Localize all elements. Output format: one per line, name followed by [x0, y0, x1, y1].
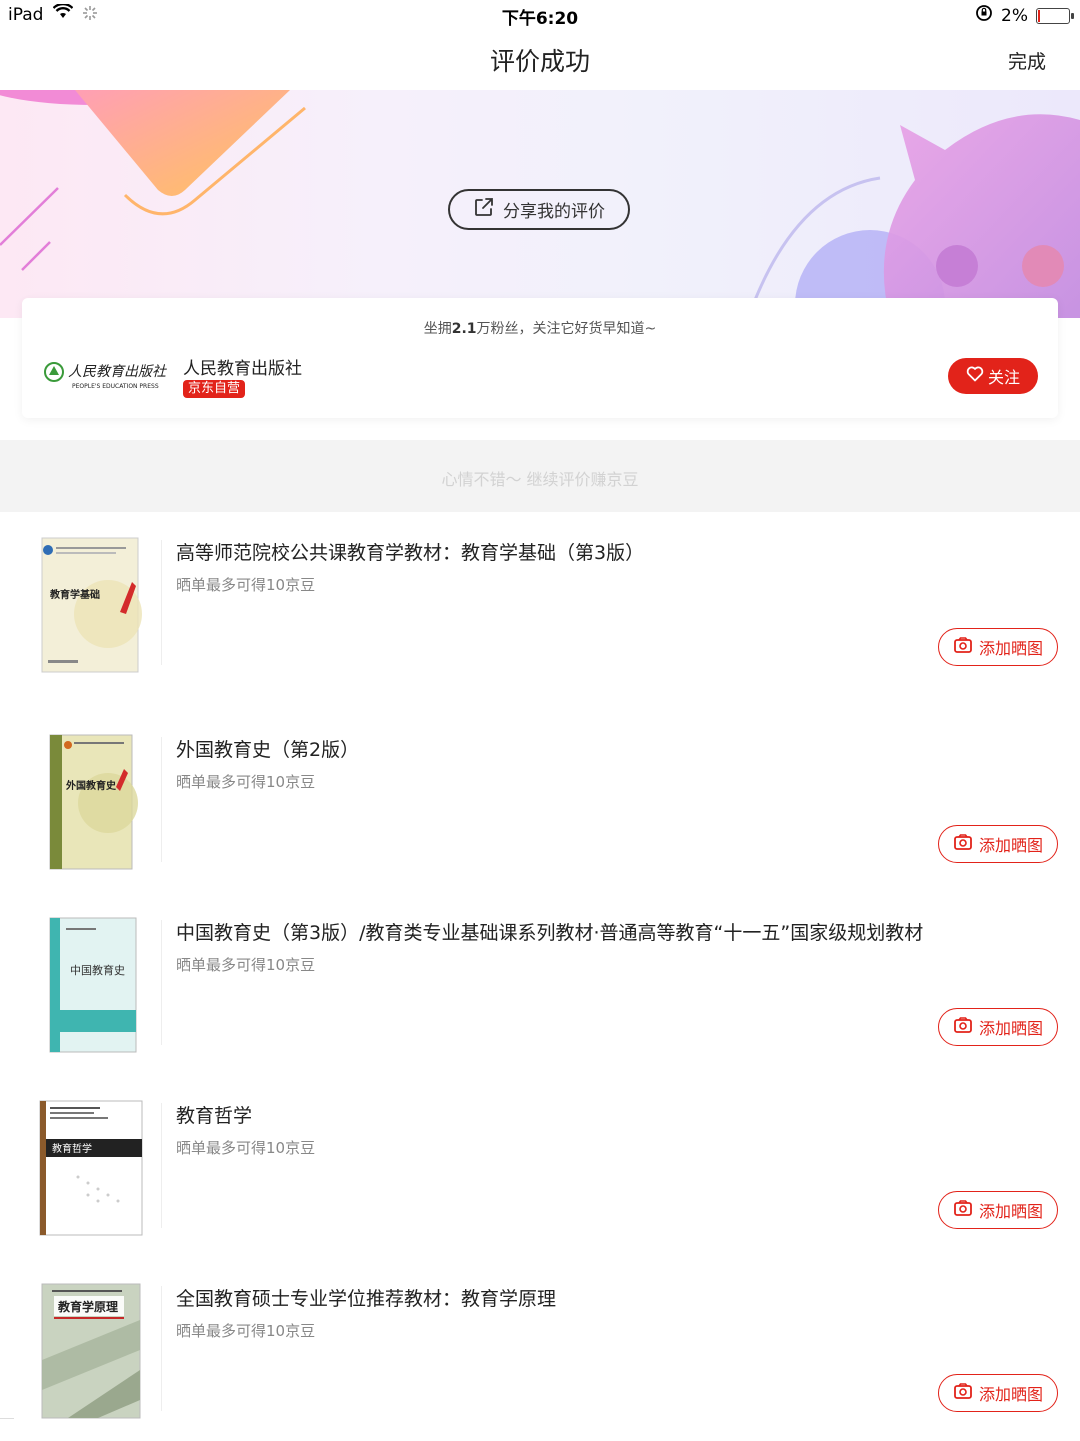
battery-icon — [1036, 7, 1074, 24]
product-item: 教育哲学 教育哲学 晒单最多可得10京豆 添加晒图 — [0, 1075, 1080, 1258]
add-photo-button[interactable]: 添加晒图 — [938, 1374, 1058, 1412]
product-title[interactable]: 教育哲学 — [176, 1101, 252, 1128]
svg-text:外国教育史: 外国教育史 — [65, 779, 117, 792]
share-label: 分享我的评价 — [503, 202, 605, 222]
book-cover[interactable]: 教育哲学 — [38, 1097, 144, 1237]
follow-label: 关注 — [987, 368, 1020, 387]
svg-text:PEOPLE'S EDUCATION PRESS: PEOPLE'S EDUCATION PRESS — [72, 383, 159, 390]
orientation-lock-icon — [975, 4, 993, 27]
book-cover[interactable]: 教育学原理 — [38, 1280, 144, 1420]
product-title[interactable]: 高等师范院校公共课教育学教材：教育学基础（第3版） — [176, 538, 644, 565]
product-item: 中国教育史 中国教育史（第3版）/教育类专业基础课系列教材·普通高等教育“十一五… — [0, 892, 1080, 1075]
continue-review-text: 心情不错～ 继续评价赚京豆 — [441, 470, 639, 489]
product-item: 外国教育史 外国教育史（第2版） 晒单最多可得10京豆 添加晒图 — [0, 709, 1080, 892]
battery-percent: 2% — [1001, 5, 1028, 26]
camera-icon — [953, 636, 973, 658]
page-title: 评价成功 — [489, 47, 590, 76]
add-photo-button[interactable]: 添加晒图 — [938, 628, 1058, 666]
add-photo-button[interactable]: 添加晒图 — [938, 825, 1058, 863]
shop-logo: 人民教育出版社 PEOPLE'S EDUCATION PRESS — [42, 358, 172, 392]
camera-icon — [953, 1382, 973, 1404]
item-divider — [161, 737, 162, 862]
add-photo-label: 添加晒图 — [978, 1019, 1043, 1038]
product-item: 教育学基础 高等师范院校公共课教育学教材：教育学基础（第3版） 晒单最多可得10… — [0, 512, 1080, 695]
continue-review-tip: 心情不错～ 继续评价赚京豆 — [0, 440, 1080, 512]
add-photo-label: 添加晒图 — [978, 1385, 1043, 1404]
book-cover[interactable]: 外国教育史 — [38, 731, 144, 871]
svg-text:教育学原理: 教育学原理 — [57, 1299, 118, 1314]
shop-card: 坐拥2.1万粉丝，关注它好货早知道~ 人民教育出版社 PEOPLE'S EDUC… — [22, 298, 1058, 418]
share-icon — [473, 196, 495, 223]
book-cover[interactable]: 中国教育史 — [38, 914, 144, 1054]
follow-button[interactable]: 关注 — [948, 358, 1038, 394]
camera-icon — [953, 1199, 973, 1221]
svg-text:教育哲学: 教育哲学 — [52, 1142, 92, 1155]
success-banner: 分享我的评价 — [0, 90, 1080, 318]
product-reward-hint: 晒单最多可得10京豆 — [176, 1139, 316, 1157]
add-photo-label: 添加晒图 — [978, 639, 1043, 658]
camera-icon — [953, 833, 973, 855]
heart-icon — [966, 366, 984, 386]
item-divider — [161, 920, 162, 1045]
add-photo-label: 添加晒图 — [978, 1202, 1043, 1221]
product-reward-hint: 晒单最多可得10京豆 — [176, 576, 316, 594]
svg-text:中国教育史: 中国教育史 — [70, 963, 125, 977]
product-reward-hint: 晒单最多可得10京豆 — [176, 1322, 316, 1340]
bottom-divider — [0, 1418, 14, 1419]
item-divider — [161, 1286, 162, 1411]
nav-bar: 评价成功 完成 — [0, 30, 1080, 90]
camera-icon — [953, 1016, 973, 1038]
add-photo-label: 添加晒图 — [978, 836, 1043, 855]
share-review-button[interactable]: 分享我的评价 — [448, 189, 630, 230]
product-reward-hint: 晒单最多可得10京豆 — [176, 773, 316, 791]
status-right: 2% — [975, 4, 1074, 27]
status-bar: iPad 下午6:20 2% — [0, 0, 1080, 30]
product-reward-hint: 晒单最多可得10京豆 — [176, 956, 316, 974]
product-title[interactable]: 中国教育史（第3版）/教育类专业基础课系列教材·普通高等教育“十一五”国家级规划… — [176, 918, 923, 945]
self-operated-badge: 京东自营 — [183, 380, 246, 398]
svg-text:人民教育出版社: 人民教育出版社 — [68, 364, 167, 380]
shop-fans-tip: 坐拥2.1万粉丝，关注它好货早知道~ — [423, 321, 657, 337]
book-cover[interactable]: 教育学基础 — [38, 534, 144, 674]
shop-name[interactable]: 人民教育出版社 — [183, 354, 302, 379]
done-button[interactable]: 完成 — [1008, 47, 1046, 74]
product-title[interactable]: 全国教育硕士专业学位推荐教材：教育学原理 — [176, 1284, 556, 1311]
item-divider — [161, 540, 162, 665]
svg-text:教育学基础: 教育学基础 — [49, 588, 100, 601]
item-divider — [161, 1103, 162, 1228]
status-time: 下午6:20 — [501, 9, 579, 29]
product-title[interactable]: 外国教育史（第2版） — [176, 735, 359, 762]
product-item: 教育学原理 全国教育硕士专业学位推荐教材：教育学原理 晒单最多可得10京豆 添加… — [0, 1258, 1080, 1441]
add-photo-button[interactable]: 添加晒图 — [938, 1008, 1058, 1046]
add-photo-button[interactable]: 添加晒图 — [938, 1191, 1058, 1229]
